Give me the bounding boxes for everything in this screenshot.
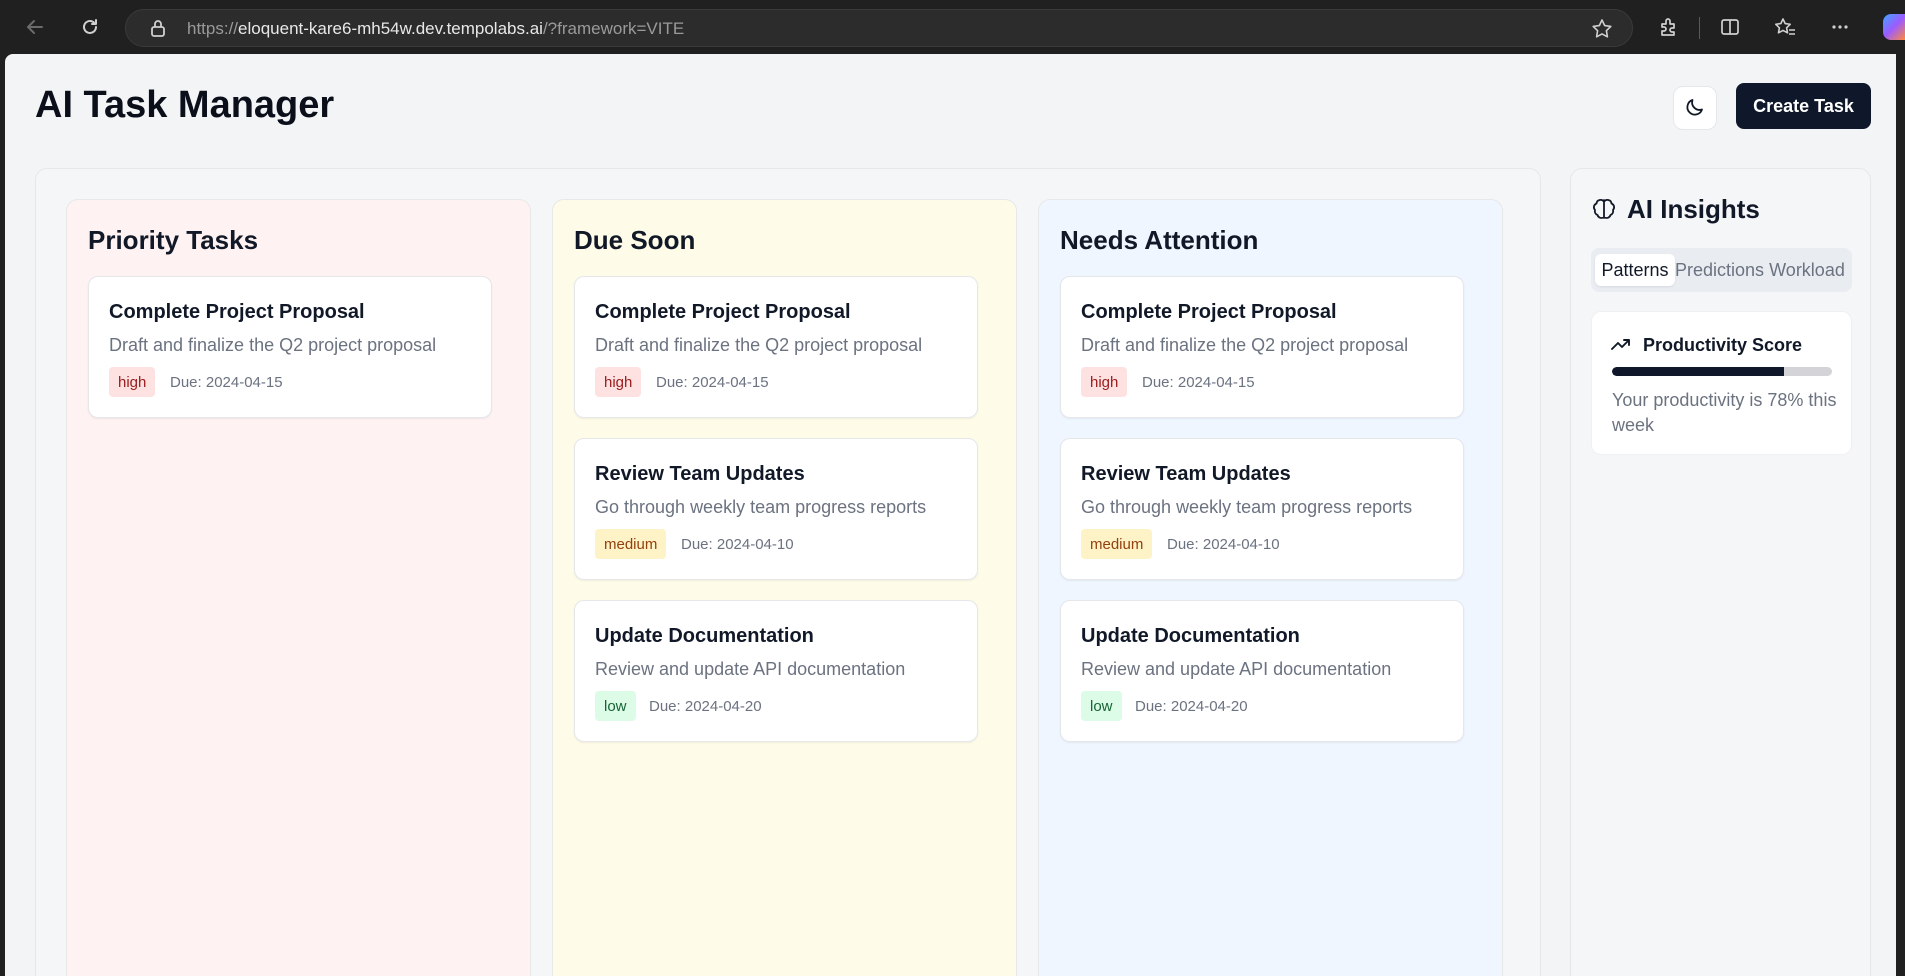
task-description: Go through weekly team progress reports [1081,497,1413,517]
task-card[interactable]: Complete Project Proposal Draft and fina… [1060,276,1464,418]
task-description: Go through weekly team progress reports [595,497,927,517]
task-title: Update Documentation [595,625,814,647]
due-date: Due: 2024-04-15 [170,374,283,391]
moon-icon [1684,96,1706,121]
due-date: Due: 2024-04-10 [1167,536,1280,553]
productivity-progress-bar [1612,367,1832,376]
task-card[interactable]: Review Team Updates Go through weekly te… [574,438,978,580]
task-board: Priority Tasks Complete Project Proposal… [35,168,1541,976]
create-task-button[interactable]: Create Task [1736,83,1871,129]
insights-title: AI Insights [1627,194,1760,224]
page-viewport: AI Task Manager Create Task Priority Tas… [5,54,1901,976]
due-date: Due: 2024-04-20 [649,698,762,715]
address-bar[interactable]: https://eloquent-kare6-mh54w.dev.tempola… [125,9,1633,47]
favorite-star-icon[interactable] [1591,18,1613,45]
due-date: Due: 2024-04-10 [681,536,794,553]
task-card[interactable]: Update Documentation Review and update A… [1060,600,1464,742]
due-date: Due: 2024-04-15 [656,374,769,391]
task-card[interactable]: Review Team Updates Go through weekly te… [1060,438,1464,580]
copilot-icon[interactable] [1883,14,1905,40]
priority-badge: low [1081,691,1122,721]
column-needs-attention: Needs Attention Complete Project Proposa… [1038,199,1503,976]
priority-badge: high [595,367,642,397]
insights-tabs: Patterns Predictions Workload [1591,248,1852,292]
task-description: Review and update API documentation [1081,659,1392,679]
url-text: https://eloquent-kare6-mh54w.dev.tempola… [187,19,684,39]
task-description: Draft and finalize the Q2 project propos… [595,335,923,355]
more-options-icon[interactable] [1825,12,1855,42]
theme-toggle-button[interactable] [1673,86,1717,130]
url-prefix: https:// [187,19,239,38]
lock-icon [150,19,166,42]
page-title: AI Task Manager [35,84,335,126]
task-title: Complete Project Proposal [109,301,365,323]
productivity-score-title: Productivity Score [1643,335,1803,355]
task-card[interactable]: Update Documentation Review and update A… [574,600,978,742]
back-icon[interactable] [20,12,50,42]
tab-patterns[interactable]: Patterns [1595,254,1675,286]
priority-badge: high [1081,367,1128,397]
extensions-icon[interactable] [1654,12,1684,42]
priority-badge: high [109,367,156,397]
url-path: /?framework=VITE [542,19,685,38]
due-date: Due: 2024-04-15 [1142,374,1255,391]
task-description: Draft and finalize the Q2 project propos… [109,335,437,355]
task-title: Complete Project Proposal [1081,301,1337,323]
tab-predictions[interactable]: Predictions [1675,254,1764,286]
split-screen-icon[interactable] [1715,12,1745,42]
priority-badge: low [595,691,636,721]
column-due-soon: Due Soon Complete Project Proposal Draft… [552,199,1017,976]
productivity-score-card: Productivity Score Your productivity is … [1591,311,1852,455]
browser-toolbar: https://eloquent-kare6-mh54w.dev.tempola… [0,0,1905,54]
task-description: Draft and finalize the Q2 project propos… [1081,335,1409,355]
toolbar-divider [1699,17,1700,39]
priority-badge: medium [595,529,667,559]
task-card[interactable]: Complete Project Proposal Draft and fina… [574,276,978,418]
productivity-score-text: Your productivity is 78% this week [1612,390,1837,435]
column-title: Due Soon [574,225,696,255]
task-description: Review and update API documentation [595,659,906,679]
task-title: Review Team Updates [1081,463,1291,485]
favorites-icon[interactable] [1770,12,1800,42]
due-date: Due: 2024-04-20 [1135,698,1248,715]
brain-icon [1591,196,1617,227]
task-title: Review Team Updates [595,463,805,485]
task-title: Complete Project Proposal [595,301,851,323]
window-edge [1896,54,1905,976]
ai-insights-panel: AI Insights Patterns Predictions Workloa… [1570,168,1871,976]
refresh-icon[interactable] [75,12,105,42]
productivity-progress-fill [1612,367,1784,376]
tab-workload[interactable]: Workload [1764,254,1850,286]
priority-badge: medium [1081,529,1153,559]
trending-up-icon [1611,336,1631,357]
task-card[interactable]: Complete Project Proposal Draft and fina… [88,276,492,418]
url-host: eloquent-kare6-mh54w.dev.tempolabs.ai [238,19,543,38]
column-title: Needs Attention [1060,225,1259,255]
column-title: Priority Tasks [88,225,259,255]
column-priority-tasks: Priority Tasks Complete Project Proposal… [66,199,531,976]
task-title: Update Documentation [1081,625,1300,647]
